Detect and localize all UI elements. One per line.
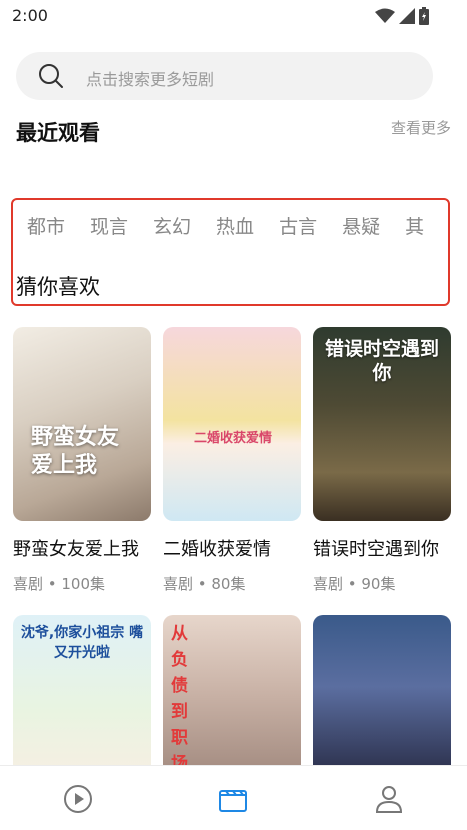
poster-title: 野蛮女友爱上我 xyxy=(31,424,120,478)
guess-you-like-title: 猜你喜欢 xyxy=(16,275,100,299)
status-bar: 2:00 xyxy=(0,0,467,32)
drama-card[interactable]: 野蛮女友爱上我 野蛮女友爱上我 喜剧 • 100集 xyxy=(13,327,151,594)
drama-poster[interactable] xyxy=(313,615,451,775)
signal-icon xyxy=(399,8,415,24)
drama-title: 错误时空遇到你 xyxy=(313,539,439,560)
drama-poster[interactable]: 从负债到职场女 xyxy=(163,615,301,775)
drama-poster[interactable]: 错误时空遇到你 xyxy=(313,327,451,521)
drama-meta: 喜剧 • 90集 xyxy=(313,575,396,593)
drama-poster[interactable]: 沈爷,你家小祖宗 嘴又开光啦 xyxy=(13,615,151,775)
genre-tab[interactable]: 悬疑 xyxy=(342,212,380,239)
drama-card[interactable]: 沈爷,你家小祖宗 嘴又开光啦 xyxy=(13,615,151,775)
drama-poster[interactable]: 二婚收获爱情 xyxy=(163,327,301,521)
view-more-link[interactable]: 查看更多 xyxy=(391,117,451,138)
drama-card[interactable]: 从负债到职场女 xyxy=(163,615,301,775)
drama-meta: 喜剧 • 80集 xyxy=(163,575,246,593)
drama-title: 二婚收获爱情 xyxy=(163,539,271,560)
genre-tab[interactable]: 古言 xyxy=(279,212,317,239)
status-icons xyxy=(375,7,429,25)
drama-title: 野蛮女友爱上我 xyxy=(13,539,139,560)
genre-tab[interactable]: 热血 xyxy=(216,212,254,239)
drama-card[interactable]: 错误时空遇到你 错误时空遇到你 喜剧 • 90集 xyxy=(313,327,451,594)
genre-tabs: 都市 现言 玄幻 热血 古言 悬疑其 xyxy=(27,212,467,240)
genre-tab[interactable]: 现言 xyxy=(90,212,128,239)
battery-icon xyxy=(419,7,429,25)
drama-card[interactable]: 二婚收获爱情 二婚收获爱情 喜剧 • 80集 xyxy=(163,327,301,594)
genre-tab[interactable]: 都市 xyxy=(27,212,65,239)
poster-title: 二婚收获爱情 xyxy=(193,431,272,446)
poster-title: 从负债到职场女 xyxy=(171,624,188,774)
drama-card[interactable] xyxy=(313,615,451,775)
drama-meta: 喜剧 • 100集 xyxy=(13,575,106,593)
wifi-icon xyxy=(375,8,395,23)
search-icon xyxy=(39,64,63,88)
play-circle-icon[interactable] xyxy=(61,782,95,816)
genre-tab[interactable]: 玄幻 xyxy=(153,212,191,239)
person-icon[interactable] xyxy=(372,782,406,816)
bottom-nav xyxy=(0,765,467,830)
status-time: 2:00 xyxy=(12,6,48,25)
poster-title: 错误时空遇到你 xyxy=(324,338,439,384)
clapperboard-icon[interactable] xyxy=(216,782,250,816)
genre-tab[interactable]: 其 xyxy=(405,212,424,239)
drama-poster[interactable]: 野蛮女友爱上我 xyxy=(13,327,151,521)
recent-watched-title: 最近观看 xyxy=(16,121,100,145)
search-bar[interactable]: 点击搜索更多短剧 xyxy=(16,52,433,100)
search-placeholder: 点击搜索更多短剧 xyxy=(86,70,215,89)
poster-title: 沈爷,你家小祖宗 嘴又开光啦 xyxy=(20,625,144,661)
